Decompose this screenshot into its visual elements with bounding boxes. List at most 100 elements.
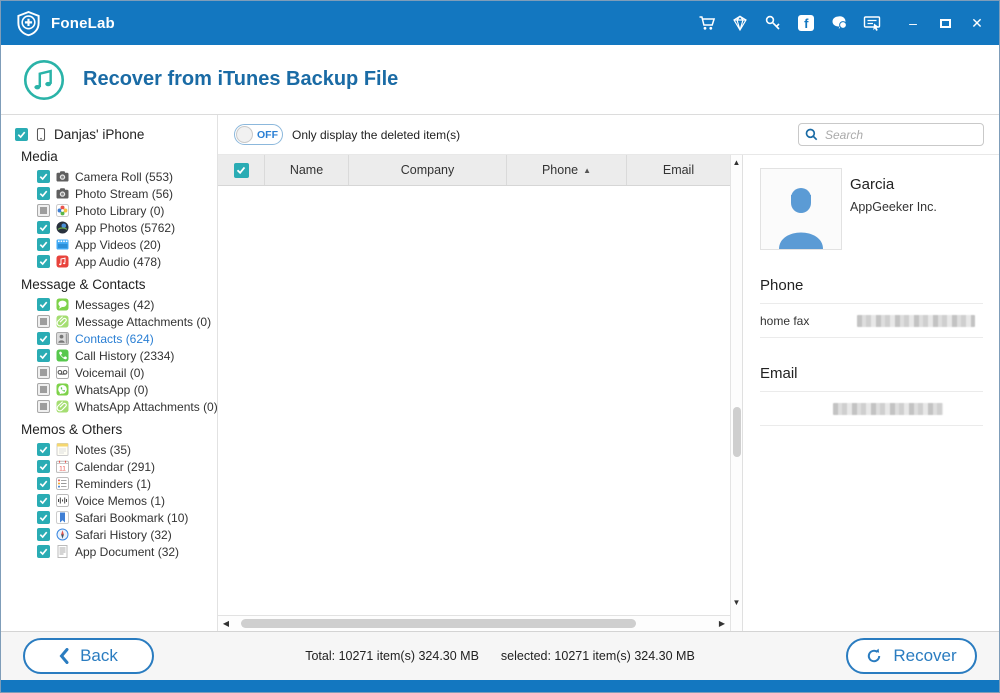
search-input[interactable] (825, 128, 982, 142)
checkbox-photo-library[interactable] (37, 204, 50, 217)
sidebar-item-label: Call History (2334) (75, 349, 174, 363)
scroll-down-arrow-icon[interactable]: ▼ (731, 598, 742, 607)
table-body (218, 186, 730, 615)
column-header-email[interactable]: Email (626, 155, 730, 185)
sidebar-item-photo-stream[interactable]: Photo Stream (56) (13, 185, 217, 202)
photo-library-icon (56, 204, 69, 217)
vertical-scrollbar[interactable]: ▲ ▼ (730, 155, 743, 631)
select-all-checkbox[interactable] (234, 163, 249, 178)
sidebar-item-notes[interactable]: Notes (35) (13, 441, 217, 458)
checkbox-photo-stream[interactable] (37, 187, 50, 200)
sidebar-device-row[interactable]: Danjas' iPhone (15, 127, 217, 142)
maximize-button[interactable] (937, 15, 953, 31)
checkbox-voicemail[interactable] (37, 366, 50, 379)
back-button[interactable]: Back (23, 638, 154, 674)
checkbox-app-videos[interactable] (37, 238, 50, 251)
deleted-items-toggle[interactable]: OFF (234, 124, 283, 145)
app-photos-icon (56, 221, 69, 234)
table-header: Name Company Phone▲ Email (218, 155, 730, 186)
checkbox-reminders[interactable] (37, 477, 50, 490)
sidebar-item-voice-memos[interactable]: Voice Memos (1) (13, 492, 217, 509)
horizontal-scrollbar[interactable]: ◀ ▶ (218, 615, 730, 631)
checkbox-camera-roll[interactable] (37, 170, 50, 183)
cart-icon[interactable] (698, 14, 716, 32)
sidebar-item-app-photos[interactable]: App Photos (5762) (13, 219, 217, 236)
sidebar-item-photo-library[interactable]: Photo Library (0) (13, 202, 217, 219)
titlebar-icons: f (698, 14, 881, 32)
close-button[interactable]: ✕ (969, 15, 985, 31)
recover-refresh-icon (866, 648, 882, 664)
sidebar-item-camera-roll[interactable]: Camera Roll (553) (13, 168, 217, 185)
checkbox-message-attachments[interactable] (37, 315, 50, 328)
sidebar-item-reminders[interactable]: Reminders (1) (13, 475, 217, 492)
checkbox-safari-history[interactable] (37, 528, 50, 541)
sidebar-item-safari-bookmark[interactable]: Safari Bookmark (10) (13, 509, 217, 526)
checkbox-notes[interactable] (37, 443, 50, 456)
sidebar-item-call-history[interactable]: Call History (2334) (13, 347, 217, 364)
sidebar-item-label: App Videos (20) (75, 238, 161, 252)
attachment-icon (56, 315, 69, 328)
sidebar-item-whatsapp[interactable]: WhatsApp (0) (13, 381, 217, 398)
gem-icon[interactable] (731, 14, 749, 32)
sidebar-section-memos-others: Memos & Others (21, 422, 217, 437)
checkbox-app-photos[interactable] (37, 221, 50, 234)
checkbox-contacts[interactable] (37, 332, 50, 345)
key-icon[interactable] (764, 14, 782, 32)
horizontal-scroll-thumb[interactable] (241, 619, 636, 628)
iphone-icon (35, 128, 47, 142)
recover-button[interactable]: Recover (846, 638, 977, 674)
sidebar-item-label: WhatsApp Attachments (0) (75, 400, 217, 414)
total-count-text: Total: 10271 item(s) 324.30 MB (305, 649, 479, 663)
sidebar-item-calendar[interactable]: 11Calendar (291) (13, 458, 217, 475)
facebook-icon[interactable]: f (797, 14, 815, 32)
sidebar-item-message-attachments[interactable]: Message Attachments (0) (13, 313, 217, 330)
sidebar: Danjas' iPhone MediaCamera Roll (553)Pho… (1, 115, 217, 631)
checkbox-messages[interactable] (37, 298, 50, 311)
search-box[interactable] (798, 123, 984, 146)
checkbox-voice-memos[interactable] (37, 494, 50, 507)
sidebar-item-voicemail[interactable]: Voicemail (0) (13, 364, 217, 381)
camera-icon (56, 170, 69, 183)
sidebar-item-label: Messages (42) (75, 298, 154, 312)
sidebar-item-whatsapp-attachments[interactable]: WhatsApp Attachments (0) (13, 398, 217, 415)
scroll-right-arrow-icon[interactable]: ▶ (717, 619, 727, 628)
sidebar-item-app-videos[interactable]: App Videos (20) (13, 236, 217, 253)
sidebar-item-app-audio[interactable]: App Audio (478) (13, 253, 217, 270)
svg-text:f: f (804, 16, 809, 31)
camera-icon (56, 187, 69, 200)
checkbox-whatsapp-attachments[interactable] (37, 400, 50, 413)
minimize-button[interactable]: – (905, 15, 921, 31)
safari-bookmark-icon (56, 511, 69, 524)
checkbox-call-history[interactable] (37, 349, 50, 362)
sidebar-item-messages[interactable]: Messages (42) (13, 296, 217, 313)
checkbox-app-document[interactable] (37, 545, 50, 558)
scroll-up-arrow-icon[interactable]: ▲ (731, 158, 742, 167)
checkbox-whatsapp[interactable] (37, 383, 50, 396)
sidebar-item-app-document[interactable]: App Document (32) (13, 543, 217, 560)
vertical-scroll-thumb[interactable] (733, 407, 741, 457)
feedback-icon[interactable] (863, 14, 881, 32)
checkbox-app-audio[interactable] (37, 255, 50, 268)
sidebar-item-label: Photo Stream (56) (75, 187, 173, 201)
redacted-phone-value (857, 315, 975, 327)
safari-history-icon (56, 528, 69, 541)
sidebar-item-label: App Audio (478) (75, 255, 161, 269)
toggle-state-label: OFF (257, 129, 278, 141)
column-header-phone[interactable]: Phone▲ (506, 155, 626, 185)
footer: Back Total: 10271 item(s) 324.30 MB sele… (1, 631, 999, 680)
checkbox-calendar[interactable] (37, 460, 50, 473)
sidebar-item-contacts[interactable]: Contacts (624) (13, 330, 217, 347)
svg-text:11: 11 (59, 466, 66, 473)
app-videos-icon (56, 238, 69, 251)
app-document-icon (56, 545, 69, 558)
column-header-company[interactable]: Company (348, 155, 506, 185)
scroll-left-arrow-icon[interactable]: ◀ (221, 619, 231, 628)
sidebar-item-safari-history[interactable]: Safari History (32) (13, 526, 217, 543)
voice-memos-icon (56, 494, 69, 507)
sidebar-sections: MediaCamera Roll (553)Photo Stream (56)P… (13, 149, 217, 560)
device-checkbox[interactable] (15, 128, 28, 141)
column-header-name[interactable]: Name (264, 155, 348, 185)
avatar (760, 168, 842, 250)
checkbox-safari-bookmark[interactable] (37, 511, 50, 524)
chat-icon[interactable] (830, 14, 848, 32)
